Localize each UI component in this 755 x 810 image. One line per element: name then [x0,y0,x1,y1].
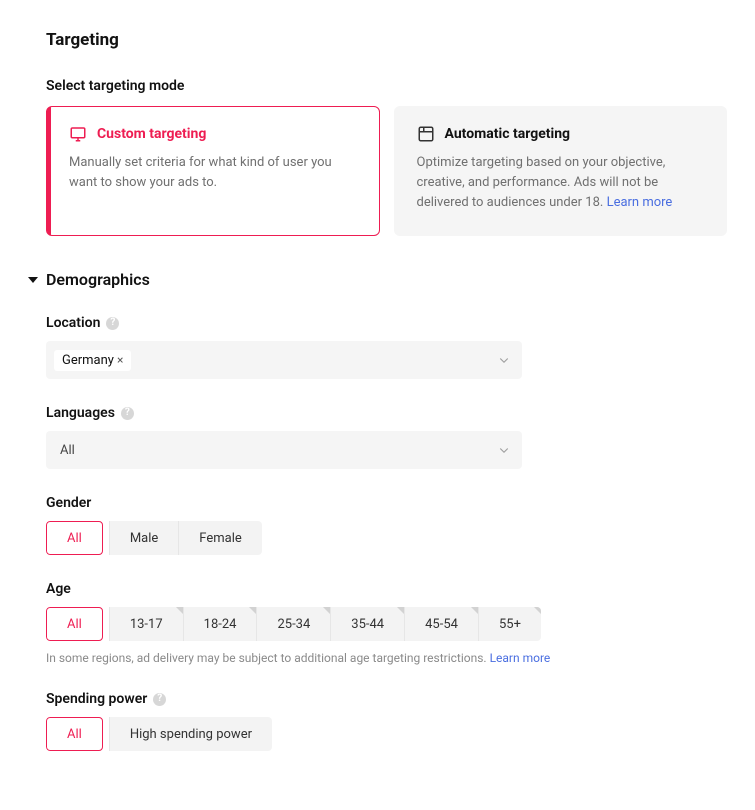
gender-label: Gender [46,495,91,511]
spending-power-field: Spending power ? All High spending power [28,691,727,751]
languages-field: Languages ? All [28,405,727,469]
languages-value: All [54,443,75,458]
gender-option-female[interactable]: Female [178,521,261,555]
age-option-55plus[interactable]: 55+ [478,607,541,641]
location-label: Location [46,315,100,331]
help-icon[interactable]: ? [153,693,166,706]
location-field: Location ? Germany × [28,315,727,379]
custom-targeting-icon [69,125,87,143]
demographics-section: Demographics Location ? Germany × Langua… [28,270,727,751]
targeting-mode-row: Custom targeting Manually set criteria f… [28,106,727,236]
demographics-toggle[interactable]: Demographics [28,270,727,289]
spending-option-high[interactable]: High spending power [109,717,272,751]
spending-option-all[interactable]: All [46,717,103,751]
automatic-targeting-icon [417,125,435,143]
age-option-35-44[interactable]: 35-44 [330,607,404,641]
age-field: Age All 13-17 18-24 25-34 35-44 45-54 55… [28,581,727,665]
automatic-targeting-card[interactable]: Automatic targeting Optimize targeting b… [394,106,728,236]
age-option-45-54[interactable]: 45-54 [404,607,478,641]
automatic-targeting-desc: Optimize targeting based on your objecti… [417,153,705,213]
spending-power-label: Spending power [46,691,147,707]
languages-select[interactable]: All [46,431,522,469]
custom-targeting-title: Custom targeting [97,126,206,142]
age-option-25-34[interactable]: 25-34 [256,607,330,641]
targeting-mode-label: Select targeting mode [46,78,727,94]
age-hint-text: In some regions, ad delivery may be subj… [46,651,490,665]
chevron-down-icon [498,444,510,456]
spending-power-segmented: All High spending power [46,717,272,751]
custom-targeting-card[interactable]: Custom targeting Manually set criteria f… [46,106,380,236]
automatic-learn-more-link[interactable]: Learn more [607,195,673,210]
chevron-down-icon [498,354,510,366]
location-chip-text: Germany [62,353,114,368]
age-learn-more-link[interactable]: Learn more [490,651,551,665]
gender-field: Gender All Male Female [28,495,727,555]
caret-down-icon [28,277,38,283]
gender-option-all[interactable]: All [46,521,103,555]
age-option-13-17[interactable]: 13-17 [109,607,183,641]
location-select[interactable]: Germany × [46,341,522,379]
age-option-all[interactable]: All [46,607,103,641]
custom-targeting-desc: Manually set criteria for what kind of u… [69,153,357,193]
age-hint: In some regions, ad delivery may be subj… [46,651,727,665]
help-icon[interactable]: ? [121,407,134,420]
demographics-title: Demographics [46,270,150,289]
automatic-targeting-title: Automatic targeting [445,126,571,142]
page-title: Targeting [46,30,727,50]
gender-option-male[interactable]: Male [109,521,178,555]
age-option-18-24[interactable]: 18-24 [183,607,257,641]
languages-label: Languages [46,405,115,421]
close-icon[interactable]: × [117,353,123,367]
age-label: Age [46,581,71,597]
age-segmented: All 13-17 18-24 25-34 35-44 45-54 55+ [46,607,541,641]
location-chip: Germany × [54,350,131,371]
help-icon[interactable]: ? [106,317,119,330]
gender-segmented: All Male Female [46,521,262,555]
